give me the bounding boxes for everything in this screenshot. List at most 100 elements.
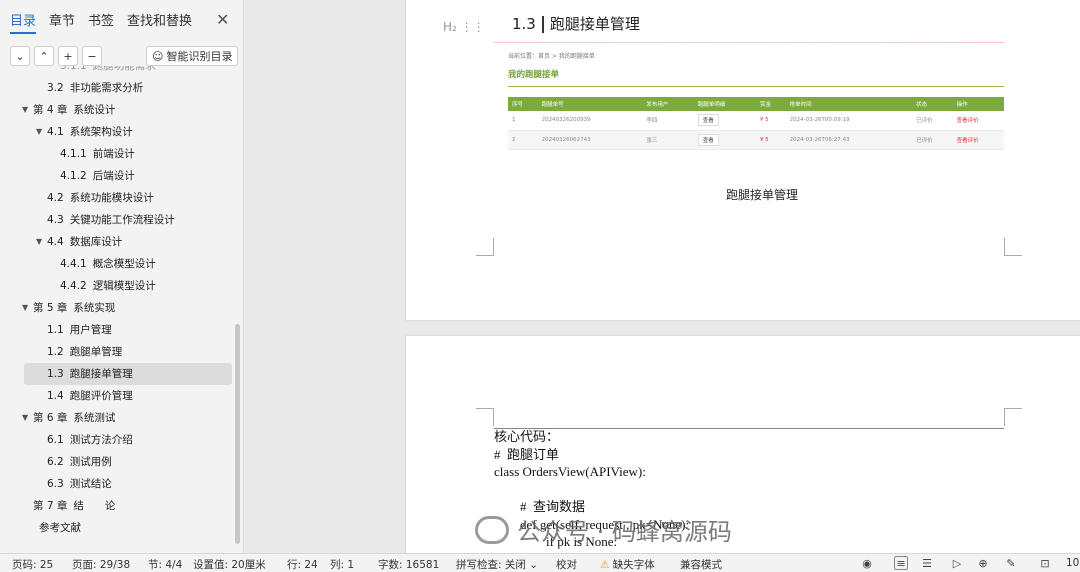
- status-pages[interactable]: 页面: 29/38: [72, 557, 130, 572]
- toc-item-label: 跑腿单管理: [69, 346, 123, 358]
- smart-toc-button[interactable]: ☺ 智能识别目录: [146, 46, 239, 66]
- toc-item[interactable]: ▼ 4.4 数据库设计: [0, 231, 236, 253]
- heading-style-icon[interactable]: H₂ ⋮⋮: [443, 20, 485, 34]
- watermark: 公众号 · 码蜂窝源码: [475, 512, 732, 547]
- outline-view-icon[interactable]: ☰: [920, 556, 934, 570]
- toc-item-number: 第 5 章: [33, 302, 68, 314]
- view-review-link[interactable]: 查看评价: [957, 138, 979, 144]
- table-body: 1 20240326200939 李四 查看 ¥ 5 2024-03-26T00:09:1…: [508, 111, 1004, 150]
- expand-arrow-icon[interactable]: ▼: [36, 231, 42, 253]
- table-header-cell: 抢单时间: [785, 97, 913, 111]
- table-cell: 2024-03-26T06:27:43: [785, 130, 913, 150]
- toc-item[interactable]: 3.1.1 跑腿功能需求: [0, 66, 236, 77]
- globe-icon[interactable]: ⊕: [976, 556, 990, 570]
- toc-item[interactable]: 3.2 非功能需求分析: [0, 77, 236, 99]
- toc-item-number: 4.1.2: [60, 170, 87, 182]
- status-section[interactable]: 节: 4/4: [148, 557, 182, 572]
- toc-item[interactable]: 4.3 关键功能工作流程设计: [0, 209, 236, 231]
- table-header-cell: 发布用户: [642, 97, 694, 111]
- toc-item-label: 逻辑模型设计: [92, 280, 156, 292]
- expand-arrow-icon[interactable]: ▼: [22, 297, 28, 319]
- status-proofread[interactable]: 校对: [556, 557, 577, 572]
- toc-item-number: 6.1: [47, 434, 64, 446]
- tab-bookmarks[interactable]: 书签: [88, 10, 114, 34]
- status-spellcheck[interactable]: 拼写检查: 关闭 ⌄: [456, 557, 538, 572]
- view-review-link[interactable]: 查看评价: [957, 118, 979, 124]
- toc-item[interactable]: 6.3 测试结论: [0, 473, 236, 495]
- table-cell: 查看: [693, 111, 756, 131]
- plus-icon[interactable]: +: [58, 46, 78, 66]
- cell-text: 已评价: [916, 137, 933, 144]
- toc-item-number: 4.4.1: [60, 258, 87, 270]
- toc-item-number: 4.4.2: [60, 280, 87, 292]
- toc-item[interactable]: 6.2 测试用例: [0, 451, 236, 473]
- toc-item[interactable]: 6.1 测试方法介绍: [0, 429, 236, 451]
- toc-item[interactable]: ▼ 4.1 系统架构设计: [0, 121, 236, 143]
- toc-item[interactable]: 1.2 跑腿单管理: [0, 341, 236, 363]
- toc-item-label: 关键功能工作流程设计: [69, 214, 175, 226]
- toc-item[interactable]: 4.1.1 前端设计: [0, 143, 236, 165]
- status-words[interactable]: 字数: 16581: [378, 557, 439, 572]
- status-compat[interactable]: 兼容模式: [680, 557, 722, 572]
- status-missing-font[interactable]: ⚠ 缺失字体: [600, 557, 655, 572]
- heading-marker-label: H₂: [443, 20, 457, 34]
- toc-item[interactable]: 1.3 跑腿接单管理: [24, 363, 232, 385]
- tab-chapters[interactable]: 章节: [49, 10, 75, 34]
- close-icon[interactable]: ✕: [216, 10, 229, 29]
- page-view-icon[interactable]: ≡: [894, 556, 908, 570]
- status-setting[interactable]: 设置值: 20厘米: [193, 557, 266, 572]
- toc-item[interactable]: ▼ 第 6 章系统测试: [0, 407, 236, 429]
- cell-text: 2024-03-26T06:27:43: [789, 136, 850, 143]
- play-icon[interactable]: ▷: [950, 556, 964, 570]
- toc-item[interactable]: ▼ 第 5 章系统实现: [0, 297, 236, 319]
- toc-item[interactable]: 4.1.2 后端设计: [0, 165, 236, 187]
- toc-item-number: 1.3: [47, 368, 64, 380]
- cell-text: 1: [512, 117, 516, 124]
- table-cell: 2024-03-26T00:09:19: [785, 111, 913, 131]
- toc-item-number: 4.4: [47, 236, 64, 248]
- toc-item[interactable]: 1.1 用户管理: [0, 319, 236, 341]
- toc-item-text: 4.4.2 逻辑模型设计: [60, 275, 156, 297]
- toc-item[interactable]: 参考文献: [0, 517, 236, 539]
- toc-item-label: 系统测试: [73, 412, 116, 424]
- view-detail-button[interactable]: 查看: [697, 133, 719, 146]
- view-detail-button[interactable]: 查看: [697, 114, 719, 127]
- toc-item-number: 3.1.1: [60, 66, 87, 72]
- toc-item[interactable]: 4.2 系统功能模块设计: [0, 187, 236, 209]
- expand-arrow-icon[interactable]: ▼: [22, 407, 28, 429]
- zoom-level[interactable]: 10: [1066, 557, 1079, 569]
- eye-icon[interactable]: ◉: [860, 556, 874, 570]
- expand-arrow-icon[interactable]: ▼: [36, 121, 42, 143]
- toc-item-label: 测试方法介绍: [69, 434, 133, 446]
- toc-item[interactable]: 1.4 跑腿评价管理: [0, 385, 236, 407]
- document-area: H₂ ⋮⋮ 1.3 跑腿接单管理 当前位置：首页 > 我的跑腿接单 我的跑腿接单 …: [245, 0, 1080, 553]
- toc-item-text: 4.1.1 前端设计: [60, 143, 135, 165]
- toc-item[interactable]: ▼ 第 4 章系统设计: [0, 99, 236, 121]
- fit-screen-icon[interactable]: ⊡: [1038, 556, 1052, 570]
- table-header-cell: 赏金: [755, 97, 786, 111]
- toc-item-number: 4.1: [47, 126, 64, 138]
- tab-toc[interactable]: 目录: [10, 10, 37, 34]
- expand-up-icon[interactable]: ⌃: [34, 46, 54, 66]
- toc-item-number: 第 4 章: [33, 104, 68, 116]
- toc-item[interactable]: 4.4.1 概念模型设计: [0, 253, 236, 275]
- smart-toc-label: 智能识别目录: [166, 50, 233, 63]
- heading-divider: [541, 16, 544, 33]
- toc-item-text: 6.3 测试结论: [47, 473, 112, 495]
- spellcheck-label: 拼写检查: 关闭: [456, 559, 526, 571]
- toc-item-label: 测试用例: [69, 456, 112, 468]
- toc-item[interactable]: 4.4.2 逻辑模型设计: [0, 275, 236, 297]
- minus-icon[interactable]: −: [82, 46, 102, 66]
- toc-item-text: 第 6 章系统测试: [33, 407, 115, 429]
- tab-find-replace[interactable]: 查找和替换: [127, 10, 192, 34]
- app-window: 目录 章节 书签 查找和替换 ✕ ⌄ ⌃ + − ☺ 智能识别目录 3.1.1 跑…: [0, 0, 1080, 572]
- sidebar-scrollbar[interactable]: [235, 324, 240, 544]
- missing-font-label: 缺失字体: [612, 559, 655, 571]
- pen-icon[interactable]: ✎: [1004, 556, 1018, 570]
- toc-item[interactable]: 第 7 章结 论: [0, 495, 236, 517]
- expand-arrow-icon[interactable]: ▼: [22, 99, 28, 121]
- collapse-down-icon[interactable]: ⌄: [10, 46, 30, 66]
- status-page-num[interactable]: 页码: 25: [12, 557, 53, 572]
- table-header-cell: 序号: [508, 97, 538, 111]
